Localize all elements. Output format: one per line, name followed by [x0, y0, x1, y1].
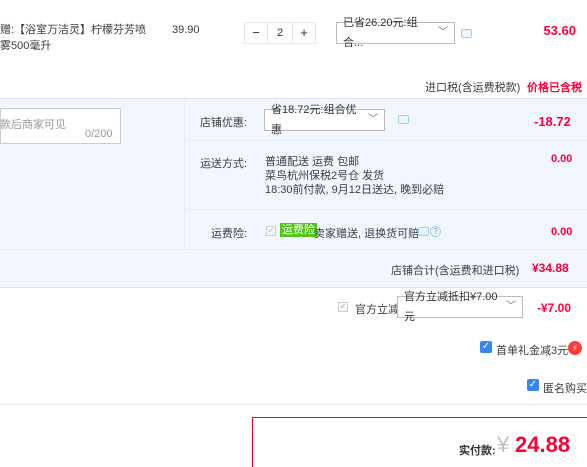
divider: [185, 140, 587, 141]
anonymous-checkbox[interactable]: ✓: [527, 379, 539, 391]
official-discount-label: 官方立减: [355, 304, 399, 316]
divider: [0, 249, 587, 250]
payment-amount: 24.88: [515, 432, 571, 457]
official-discount-amount: -¥7.00: [537, 301, 572, 315]
official-discount-checkbox[interactable]: ✓: [338, 302, 348, 312]
divider: [0, 404, 587, 405]
message-placeholder: 款后商家可见: [0, 119, 66, 131]
quantity-stepper[interactable]: − 2 +: [244, 22, 316, 44]
payment-label: 实付款:: [459, 445, 496, 457]
lightning-icon: ⚡: [568, 341, 582, 355]
qty-minus-button[interactable]: −: [245, 23, 267, 43]
shop-total-value: ¥34.88: [532, 261, 569, 275]
official-discount-select[interactable]: 官方立减抵扣¥7.00元 ﹀: [397, 291, 523, 323]
shop-total-label: 店铺合计(含运费和进口税): [391, 265, 520, 277]
first-order-checkbox[interactable]: ✓: [480, 341, 492, 353]
comment-icon[interactable]: [418, 227, 429, 236]
qty-input[interactable]: 2: [267, 23, 293, 43]
shipping-method: 普通配送 运费 包邮: [265, 156, 360, 168]
insurance-text: 卖家赠送, 退换货可赔: [314, 228, 420, 240]
tax-included-note: 价格已含税: [527, 82, 582, 94]
shipping-label: 运送方式:: [199, 158, 247, 170]
product-discount-select[interactable]: 已省26.20元:组合... ﹀: [336, 17, 455, 49]
product-subtotal: 53.60: [543, 23, 576, 38]
shop-discount-label: 店铺优惠:: [199, 117, 247, 129]
shop-discount-amount: -18.72: [534, 114, 571, 129]
anonymous-label: 匿名购买: [543, 383, 587, 395]
currency-symbol: ¥: [497, 432, 510, 457]
unit-price: 39.90: [172, 24, 200, 36]
shipping-eta: 18:30前付款, 9月12日送达, 晚到必赔: [265, 184, 445, 196]
chevron-down-icon: ﹀: [368, 114, 378, 125]
shipping-info: 普通配送 运费 包邮 菜鸟杭州保税2号仓 发货 18:30前付款, 9月12日送…: [265, 155, 444, 197]
qty-plus-button[interactable]: +: [293, 23, 315, 43]
chevron-down-icon: ﹀: [438, 27, 448, 38]
shop-discount-select[interactable]: 省18.72元:组合优惠 ﹀: [264, 104, 385, 136]
insurance-badge: 运费险: [280, 223, 317, 237]
message-char-count: 0/200: [85, 128, 113, 140]
chevron-down-icon: ﹀: [506, 301, 516, 312]
help-icon[interactable]: ?: [430, 226, 441, 237]
divider: [185, 209, 587, 210]
insurance-amount: 0.00: [551, 226, 573, 238]
product-title[interactable]: 赠:【浴室万洁灵】柠檬芬芳喷 雾500毫升: [0, 22, 160, 54]
shipping-amount: 0.00: [551, 153, 573, 165]
first-order-label: 首单礼金减3元: [496, 345, 569, 357]
comment-icon[interactable]: [461, 29, 472, 38]
import-tax-label: 进口税(含运费税款): [425, 82, 521, 94]
shipping-warehouse: 菜鸟杭州保税2号仓 发货: [265, 170, 385, 182]
insurance-checkbox[interactable]: ✓: [266, 226, 276, 236]
comment-icon[interactable]: [398, 115, 409, 124]
insurance-label: 运费险:: [210, 228, 247, 240]
